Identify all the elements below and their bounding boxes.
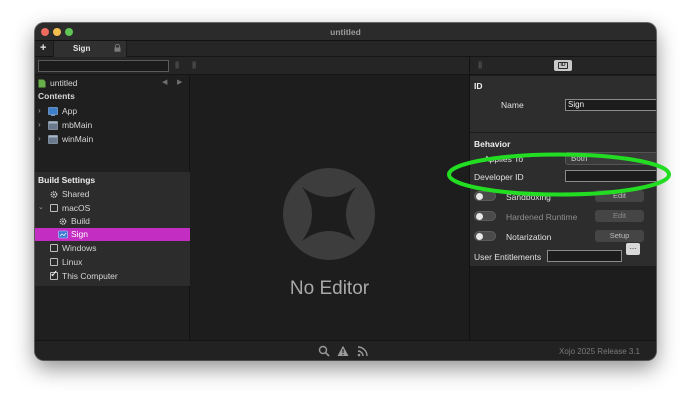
behavior-section-header: Behavior (474, 139, 511, 149)
notarization-setup-button[interactable]: Setup (595, 230, 644, 242)
chevron-right-icon[interactable]: › (38, 134, 41, 143)
list-item-mbmain[interactable]: › mbMain (35, 119, 190, 132)
hardened-runtime-label: Hardened Runtime (506, 212, 578, 222)
back-arrow-icon[interactable]: ◀ (162, 78, 167, 86)
list-item-this-computer[interactable]: ✓ This Computer (35, 269, 190, 283)
contents-header: Contents (35, 90, 190, 103)
sign-icon (58, 230, 68, 239)
chevron-right-icon[interactable]: › (38, 106, 41, 115)
no-editor-label: No Editor (289, 278, 370, 299)
user-entitlements-browse-button[interactable]: ... (626, 243, 640, 255)
inspector-button[interactable]: ID (554, 60, 572, 71)
release-version-label: Xojo 2025 Release 3.1 (559, 347, 640, 356)
gear-icon (59, 218, 67, 225)
inspector-panel: |||| ID ID Name Sign Behavior Applies To… (469, 57, 656, 360)
id-card-icon: ID (558, 62, 568, 69)
name-label: Name (501, 100, 524, 110)
list-item-label: Windows (62, 243, 97, 253)
chevron-right-icon[interactable]: › (38, 120, 41, 129)
project-row[interactable]: untitled ◀ ▶ (35, 77, 190, 90)
window-title: untitled (330, 27, 361, 37)
list-item-linux[interactable]: Linux (35, 256, 190, 269)
xojo-logo-icon (283, 168, 375, 260)
editor-area: |||| No Editor (190, 57, 469, 360)
add-tab-button[interactable]: + (40, 42, 46, 54)
gear-icon (50, 191, 58, 198)
document-icon (38, 79, 46, 88)
hardened-runtime-edit-button[interactable]: Edit (595, 210, 644, 222)
list-item-shared[interactable]: Shared (35, 188, 190, 201)
macos-checkbox[interactable] (50, 204, 58, 212)
project-name: untitled (50, 78, 78, 88)
navigator-filter-input[interactable] (38, 60, 169, 72)
list-item-macos[interactable]: ⌄ macOS (35, 202, 190, 215)
toggle-knob (476, 213, 483, 220)
list-item-label: Linux (62, 257, 83, 267)
grip-icon[interactable]: |||| (192, 62, 196, 69)
project-navigator: untitled ◀ ▶ Contents › App › mbMain › w… (35, 75, 190, 360)
tab-bar: + Sign (35, 41, 656, 57)
warning-icon[interactable] (337, 345, 349, 357)
notarization-label: Notarization (506, 232, 552, 242)
section-header: Build Settings (38, 175, 96, 185)
feed-icon[interactable] (357, 345, 369, 357)
list-item-label: Sign (71, 229, 89, 239)
search-icon[interactable] (318, 345, 330, 357)
list-item-label: winMain (62, 134, 94, 144)
list-item-build[interactable]: Build (35, 215, 190, 228)
notarization-toggle[interactable] (474, 231, 496, 241)
highlight-ellipse-annotation (447, 152, 671, 197)
grip-icon[interactable]: |||| (175, 62, 179, 69)
forward-arrow-icon[interactable]: ▶ (177, 78, 182, 86)
list-item-label: App (62, 106, 78, 116)
checkmark-icon: ✓ (50, 269, 59, 280)
build-settings-header: Build Settings (35, 174, 190, 187)
section-divider (470, 132, 656, 133)
inspector-toolbar: |||| ID (470, 57, 656, 75)
editor-toolbar: |||| (190, 57, 469, 75)
tab-label: Sign (73, 44, 91, 53)
app-icon (48, 107, 58, 116)
section-header: Contents (38, 91, 75, 101)
list-item-label: Shared (62, 189, 90, 199)
user-entitlements-label: User Entitlements (474, 252, 542, 262)
title-bar: untitled (35, 23, 656, 41)
list-item-winmain[interactable]: › winMain (35, 133, 190, 146)
grip-icon[interactable]: |||| (478, 62, 482, 69)
linux-checkbox[interactable] (50, 258, 58, 266)
user-entitlements-field[interactable] (547, 250, 622, 262)
id-section-header: ID (474, 81, 483, 91)
window-icon (48, 135, 58, 144)
name-field[interactable]: Sign (565, 99, 656, 111)
windows-checkbox[interactable] (50, 244, 58, 252)
lock-icon[interactable] (114, 44, 121, 52)
list-item-label: macOS (62, 203, 91, 213)
list-item-label: mbMain (62, 120, 93, 130)
tab-sign[interactable]: Sign (53, 41, 127, 57)
navigator-toolbar: |||| (35, 57, 190, 75)
hardened-runtime-toggle[interactable] (474, 211, 496, 221)
list-item-windows[interactable]: Windows (35, 242, 190, 255)
list-item-sign-selected[interactable]: Sign (35, 228, 190, 241)
list-item-app[interactable]: › App (35, 105, 190, 118)
window-icon (48, 121, 58, 130)
toggle-knob (476, 233, 483, 240)
status-bar: Xojo 2025 Release 3.1 (35, 340, 656, 360)
list-item-label: This Computer (62, 271, 118, 281)
chevron-down-icon[interactable]: ⌄ (38, 203, 44, 211)
list-item-label: Build (71, 216, 90, 226)
